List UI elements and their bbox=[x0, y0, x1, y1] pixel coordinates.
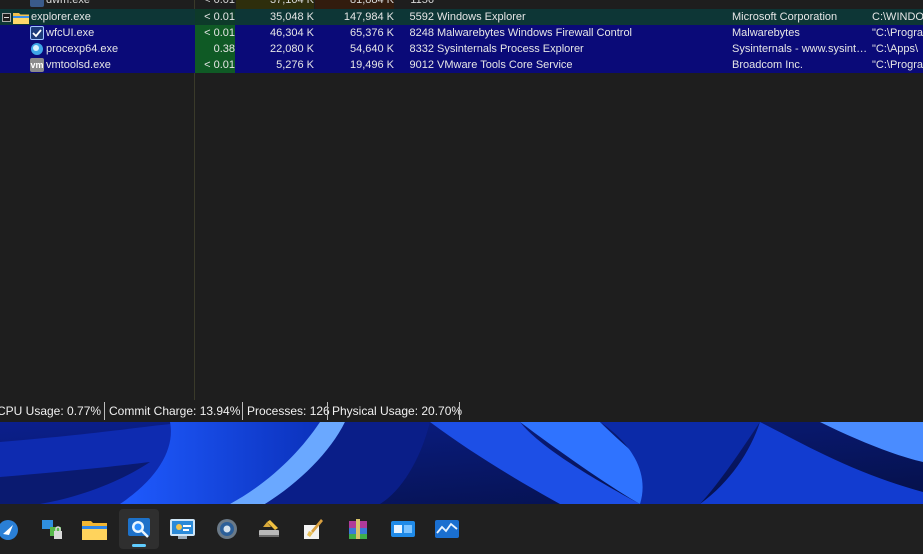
table-row[interactable]: vm vmtoolsd.exe < 0.01 5,276 K 19,496 K … bbox=[0, 57, 923, 73]
path-cell bbox=[872, 0, 923, 8]
path-cell: "C:\Progra bbox=[872, 25, 923, 41]
table-row[interactable]: wfcUI.exe < 0.01 46,304 K 65,376 K 8248 … bbox=[0, 25, 923, 41]
blue-app-icon bbox=[0, 519, 19, 544]
taskbar-item[interactable] bbox=[293, 509, 333, 549]
cpu-cell: < 0.01 bbox=[195, 57, 235, 73]
processes-count-status: Processes: 126 bbox=[247, 404, 330, 418]
description-cell bbox=[437, 0, 729, 8]
status-divider bbox=[459, 402, 460, 420]
taskbar-item[interactable] bbox=[250, 509, 290, 549]
taskbar-item[interactable] bbox=[207, 509, 247, 549]
private-bytes-cell: 22,080 K bbox=[236, 41, 314, 57]
table-row[interactable]: procexp64.exe 0.38 22,080 K 54,640 K 833… bbox=[0, 41, 923, 57]
status-bar: CPU Usage: 0.77% Commit Charge: 13.94% P… bbox=[0, 400, 923, 422]
path-cell: "C:\Progra bbox=[872, 57, 923, 73]
taskbar bbox=[0, 504, 923, 554]
cpu-cell: < 0.01 bbox=[204, 0, 235, 6]
commit-charge-status: Commit Charge: 13.94% bbox=[109, 404, 241, 418]
pid-cell: 8332 bbox=[396, 41, 434, 57]
company-cell: Malwarebytes bbox=[732, 25, 868, 41]
description-cell: VMware Tools Core Service bbox=[437, 57, 729, 73]
pid-cell: 8248 bbox=[396, 25, 434, 41]
taskbar-item[interactable] bbox=[427, 509, 467, 549]
pid-cell: 5592 bbox=[409, 11, 434, 23]
status-divider bbox=[242, 402, 243, 420]
private-bytes-cell: 35,048 K bbox=[269, 11, 314, 23]
taskbar-item[interactable] bbox=[119, 509, 159, 549]
description-cell: Malwarebytes Windows Firewall Control bbox=[437, 25, 729, 41]
process-name: explorer.exe bbox=[31, 11, 91, 23]
winrar-icon bbox=[346, 517, 370, 544]
company-cell: Sysinternals - www.sysinternals.com bbox=[732, 41, 868, 57]
folder-icon bbox=[13, 11, 29, 25]
status-divider bbox=[104, 402, 105, 420]
file-explorer-icon bbox=[82, 518, 107, 543]
taskbar-item[interactable] bbox=[383, 509, 423, 549]
company-cell: Broadcom Inc. bbox=[732, 57, 868, 73]
cpu-cell: 0.38 bbox=[195, 41, 235, 57]
private-bytes-cell: 37,104 K bbox=[269, 0, 314, 6]
process-name: procexp64.exe bbox=[46, 43, 119, 55]
firewall-check-icon bbox=[30, 26, 44, 40]
taskbar-item[interactable] bbox=[338, 509, 378, 549]
taskbar-item[interactable] bbox=[32, 509, 72, 549]
working-set-cell: 65,376 K bbox=[315, 25, 394, 41]
process-name: vmtoolsd.exe bbox=[46, 59, 111, 71]
cpu-cell: < 0.01 bbox=[195, 9, 235, 25]
table-row[interactable]: explorer.exe < 0.01 35,048 K 147,984 K 5… bbox=[0, 9, 923, 25]
cpu-cell: < 0.01 bbox=[195, 25, 235, 41]
status-divider bbox=[327, 402, 328, 420]
collapse-tree-icon[interactable] bbox=[2, 13, 11, 22]
path-cell: "C:\Apps\ bbox=[872, 41, 923, 57]
process-name: dwm.exe bbox=[46, 0, 91, 6]
working-set-cell: 147,984 K bbox=[343, 11, 394, 23]
taskbar-item[interactable] bbox=[74, 509, 114, 549]
description-cell: Sysinternals Process Explorer bbox=[437, 41, 729, 57]
paint-brush-icon bbox=[301, 517, 325, 544]
taskbar-item[interactable] bbox=[0, 509, 27, 549]
working-set-cell: 81,884 K bbox=[349, 0, 394, 6]
cpu-usage-status: CPU Usage: 0.77% bbox=[0, 404, 102, 418]
process-name: wfcUI.exe bbox=[46, 27, 95, 39]
settings-gear-icon bbox=[215, 517, 239, 544]
dwm-icon bbox=[30, 0, 44, 7]
table-row[interactable]: dwm.exe < 0.01 37,104 K 81,884 K 1156 bbox=[0, 0, 923, 8]
remote-desktop-icon bbox=[391, 519, 415, 542]
working-set-cell: 19,496 K bbox=[315, 57, 394, 73]
process-explorer-icon bbox=[30, 42, 44, 56]
process-list[interactable]: dwm.exe < 0.01 37,104 K 81,884 K 1156 ex… bbox=[0, 0, 923, 400]
vmware-icon: vm bbox=[30, 58, 44, 72]
network-lock-icon bbox=[40, 517, 64, 544]
private-bytes-cell: 46,304 K bbox=[236, 25, 314, 41]
description-cell: Windows Explorer bbox=[437, 11, 526, 23]
taskbar-item[interactable] bbox=[162, 509, 202, 549]
disk-cleanup-icon bbox=[258, 518, 282, 543]
company-cell: Microsoft Corporation bbox=[732, 11, 838, 23]
pid-cell: 9012 bbox=[396, 57, 434, 73]
private-bytes-cell: 5,276 K bbox=[236, 57, 314, 73]
performance-monitor-icon bbox=[435, 519, 459, 542]
active-indicator bbox=[132, 544, 146, 547]
control-panel-icon bbox=[170, 518, 195, 543]
desktop-wallpaper bbox=[0, 422, 923, 504]
path-cell: C:\WINDOWS bbox=[872, 11, 923, 23]
company-cell bbox=[732, 0, 868, 8]
process-explorer-icon bbox=[127, 516, 151, 543]
working-set-cell: 54,640 K bbox=[315, 41, 394, 57]
pid-cell: 1156 bbox=[410, 0, 434, 6]
physical-usage-status: Physical Usage: 20.70% bbox=[332, 404, 463, 418]
